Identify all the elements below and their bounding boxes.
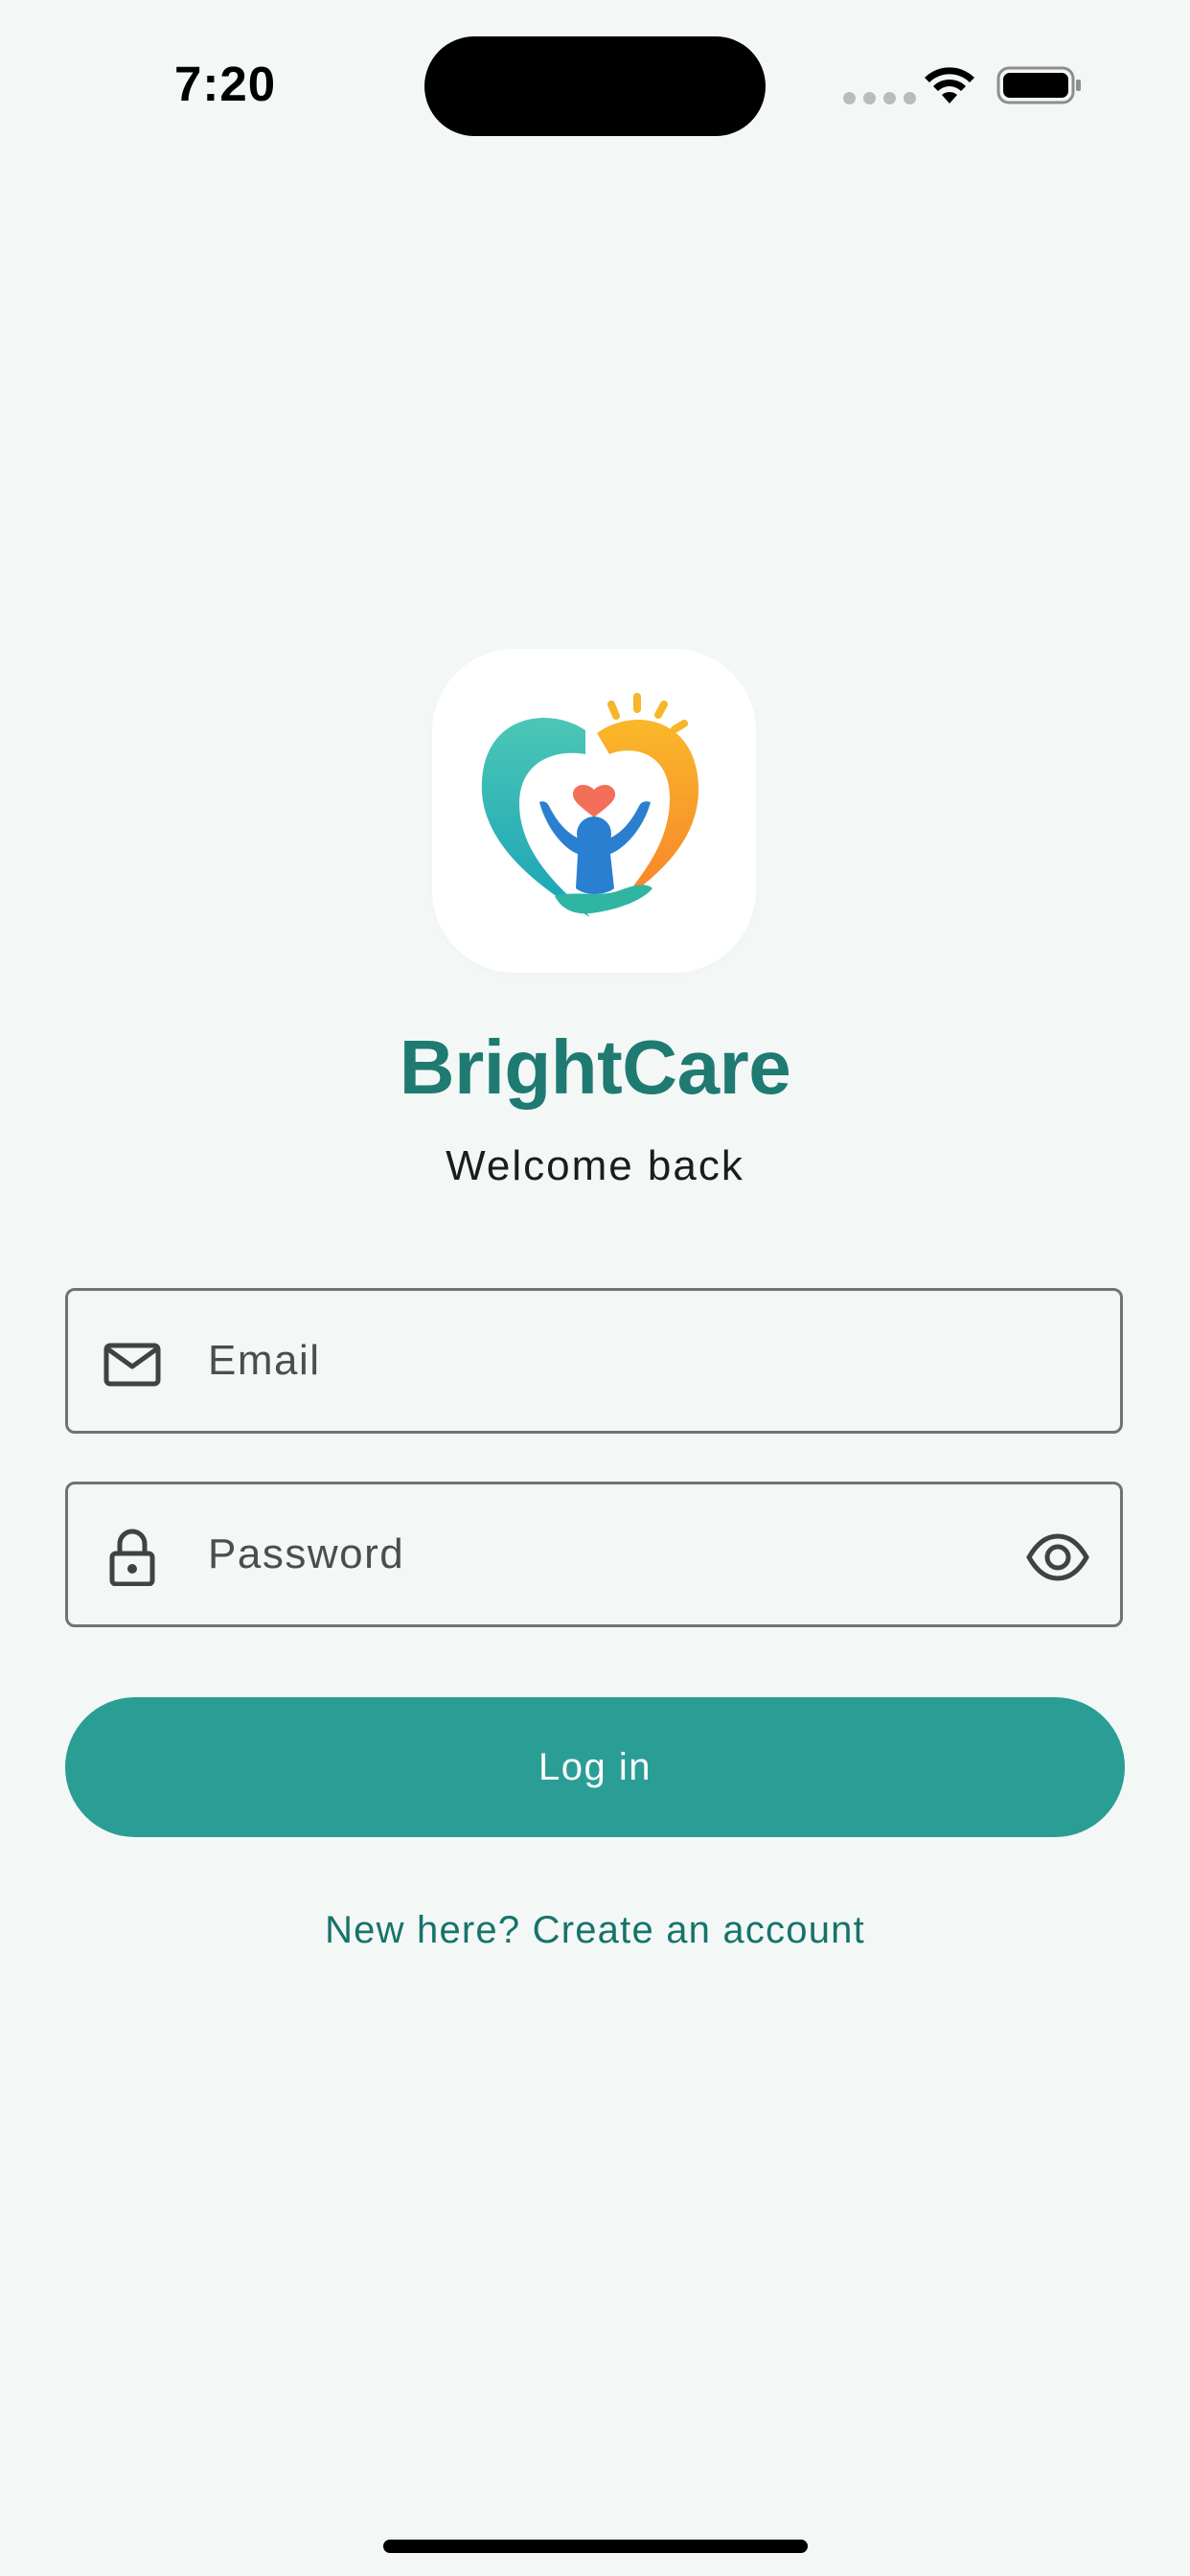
cellular-dots-icon xyxy=(843,92,916,104)
password-field[interactable]: Password xyxy=(65,1482,1123,1627)
eye-icon[interactable] xyxy=(1026,1527,1089,1588)
brightcare-heart-logo xyxy=(481,693,699,917)
dynamic-island xyxy=(424,36,766,136)
password-placeholder: Password xyxy=(208,1530,405,1577)
login-button[interactable]: Log in xyxy=(65,1697,1125,1837)
wifi-icon xyxy=(925,67,974,104)
app-logo xyxy=(432,649,756,973)
app-title: BrightCare xyxy=(399,1024,791,1110)
welcome-subtitle: Welcome back xyxy=(446,1142,744,1189)
battery-icon xyxy=(996,66,1081,104)
login-screen: 7:20 BrightCare Welcome back Email Passw… xyxy=(0,0,1190,2576)
mail-icon xyxy=(103,1343,161,1387)
email-field[interactable]: Email xyxy=(65,1288,1123,1434)
lock-icon xyxy=(109,1529,155,1586)
home-indicator[interactable] xyxy=(383,2540,808,2553)
create-account-link[interactable]: New here? Create an account xyxy=(0,1909,1190,1952)
status-time: 7:20 xyxy=(174,57,277,111)
email-placeholder: Email xyxy=(208,1337,321,1384)
